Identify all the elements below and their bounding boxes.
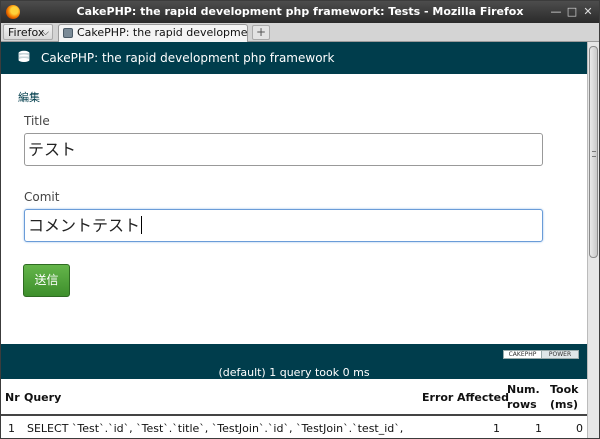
cakephp-favicon-icon [63,28,73,38]
page-header: CakePHP: the rapid development php frame… [1,42,587,74]
vertical-scrollbar[interactable] [587,42,599,438]
power-badge-right: POWER [541,351,578,358]
submit-button[interactable]: 送信 [23,264,70,297]
page-footer: CAKEPHP POWER (default) 1 query took 0 ms [1,344,587,379]
firefox-menu-label: Firefox [8,26,45,39]
sql-header-nr: Nr [5,391,20,404]
title-label: Title [24,114,50,128]
maximize-icon[interactable]: □ [565,5,579,19]
sql-cell-nr: 1 [8,422,15,435]
sql-header-divider [1,414,587,416]
sql-cell-affected: 1 [493,422,500,435]
firefox-menu-button[interactable]: Firefox ⌵ [3,24,53,40]
sql-header-took: Took (ms) [550,383,579,411]
tab-label: CakePHP: the rapid development p... [77,26,248,39]
sql-cell-query: SELECT `Test`.`id`, `Test`.`title`, `Tes… [27,422,404,435]
text-caret [141,216,143,234]
page-header-title: CakePHP: the rapid development php frame… [41,51,335,65]
comment-label: Comit [24,190,60,204]
new-tab-button[interactable]: + [252,25,270,40]
power-badge-left: CAKEPHP [508,351,537,358]
tab-cakephp[interactable]: CakePHP: the rapid development p... [58,24,248,42]
sql-header-query: Query [24,391,62,404]
breadcrumb[interactable]: 編集 [18,89,40,105]
sql-header-error: Error [422,391,454,404]
sql-cell-took: 0 [576,422,583,435]
cakephp-logo-icon [18,50,30,62]
scrollbar-thumb[interactable] [589,46,598,258]
sql-header-affected: Affected [457,391,509,404]
title-bar: CakePHP: the rapid development php frame… [1,1,599,23]
sql-summary: (default) 1 query took 0 ms [218,366,370,379]
window-title: CakePHP: the rapid development php frame… [76,5,524,18]
browser-window: CakePHP: the rapid development php frame… [0,0,600,439]
grip-icon [592,151,596,157]
close-icon[interactable]: ✕ [581,5,595,19]
sql-header-num-rows: Num. rows [507,383,540,411]
comment-value: コメントテスト [28,216,141,235]
comment-input[interactable]: コメントテスト [24,209,543,242]
chevron-down-icon: ⌵ [42,28,49,38]
cakephp-power-badge[interactable]: CAKEPHP POWER [503,350,579,359]
minimize-icon[interactable]: — [549,5,563,19]
sql-cell-num-rows: 1 [535,422,542,435]
tab-bar: Firefox ⌵ CakePHP: the rapid development… [1,23,599,42]
title-input[interactable]: テスト [24,133,543,166]
page-content: CakePHP: the rapid development php frame… [1,42,587,438]
